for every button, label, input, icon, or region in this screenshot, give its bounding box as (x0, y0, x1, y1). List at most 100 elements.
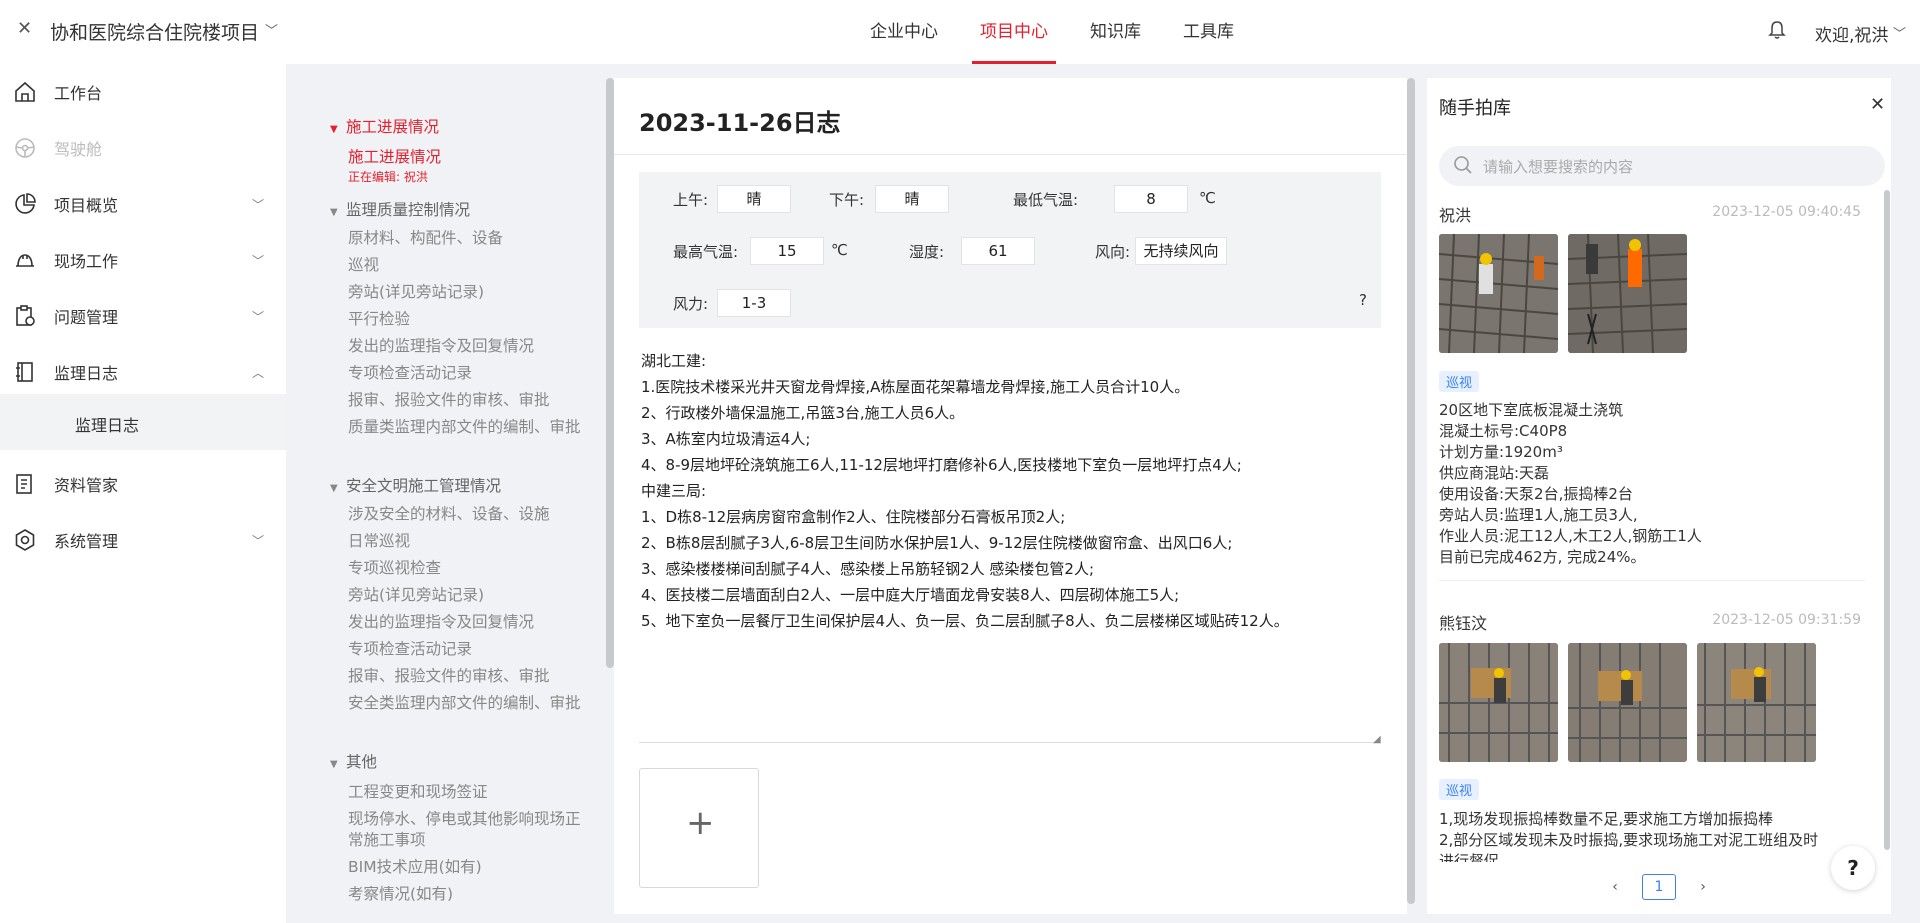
log-line: 5、地下室负一层餐厅卫生间保护层4人、负一层、负二层刮腻子8人、负二层楼梯区域贴… (641, 612, 1289, 630)
log-editor: 2023-11-26日志 上午: 晴 下午: 晴 最低气温: 8 ℃ 最高气温:… (614, 78, 1407, 914)
site-photo[interactable] (1439, 234, 1558, 353)
close-icon[interactable]: ✕ (17, 18, 32, 39)
tree-leaf[interactable]: 专项检查活动记录 (348, 363, 588, 384)
wind-force-field[interactable]: 1-3 (717, 289, 791, 317)
tree-leaf[interactable]: 报审、报验文件的审核、审批 (348, 390, 588, 411)
editing-status: 正在编辑: 祝洪 (348, 170, 428, 184)
site-photo[interactable] (1697, 643, 1816, 762)
sidebar-item-site-work[interactable]: 现场工作 ﹀ (0, 232, 286, 288)
sidebar-item-supervision-log[interactable]: 监理日志 ︿ (0, 344, 286, 400)
tree-group-other[interactable]: ▼ 其他 (330, 750, 377, 772)
am-weather-label: 上午: (673, 191, 709, 209)
next-page-button[interactable]: › (1688, 875, 1718, 899)
user-welcome[interactable]: 欢迎,祝洪 (1815, 21, 1888, 46)
caret-down-icon: ▼ (330, 483, 338, 494)
sidebar-item-issue-management[interactable]: 问题管理 ﹀ (0, 288, 286, 344)
divider (614, 154, 1407, 155)
tree-leaf[interactable]: 工程变更和现场签证 (348, 782, 588, 803)
humidity-field[interactable]: 61 (961, 237, 1035, 265)
nav-knowledge-base[interactable]: 知识库 (1076, 0, 1155, 64)
site-photo[interactable] (1439, 643, 1558, 762)
sidebar-item-system-management[interactable]: 系统管理 ﹀ (0, 512, 286, 568)
sidebar-item-data-manager[interactable]: 资料管家 (0, 456, 286, 512)
tree-leaf-construction-progress[interactable]: 施工进展情况 (348, 147, 588, 168)
tree-leaf[interactable]: 安全类监理内部文件的编制、审批 (348, 693, 588, 714)
log-content-text[interactable]: 湖北工建: 1.医院技术楼采光井天窗龙骨焊接,A栋屋面花架幕墙龙骨焊接,施工人员… (641, 348, 1289, 634)
tree-group-construction-progress[interactable]: ▼ 施工进展情况 (330, 115, 439, 137)
tree-leaf[interactable]: 发出的监理指令及回复情况 (348, 336, 588, 357)
tree-leaf[interactable]: 专项检查活动记录 (348, 639, 588, 660)
tree-leaf[interactable]: 原材料、构配件、设备 (348, 228, 588, 249)
tree-group-safety-management[interactable]: ▼ 安全文明施工管理情况 (330, 474, 501, 496)
help-icon[interactable]: ? (1359, 291, 1367, 309)
post-text-line: 计划方量:1920m³ (1439, 443, 1563, 461)
sidebar-item-label: 工作台 (54, 84, 103, 103)
log-line: 1.医院技术楼采光井天窗龙骨焊接,A栋屋面花架幕墙龙骨焊接,施工人员合计10人。 (641, 378, 1190, 396)
tree-leaf[interactable]: 旁站(详见旁站记录) (348, 585, 588, 606)
tree-leaf[interactable]: 发出的监理指令及回复情况 (348, 612, 588, 633)
chevron-down-icon: ﹀ (252, 309, 265, 324)
wind-force-label: 风力: (673, 295, 709, 313)
max-temp-field[interactable]: 15 (750, 237, 824, 265)
project-name[interactable]: 协和医院综合住院楼项目 (50, 18, 259, 45)
nav-project-center[interactable]: 项目中心 (966, 0, 1062, 64)
site-photo[interactable] (1568, 643, 1687, 762)
log-book-icon (16, 362, 33, 382)
post-text-line: 进行督促 (1439, 852, 1500, 862)
tree-leaf[interactable]: 涉及安全的材料、设备、设施 (348, 504, 588, 525)
post-text-line: 作业人员:泥工12人,木工2人,钢筋工1人 (1439, 527, 1702, 545)
caret-down-icon: ▼ (330, 759, 338, 770)
chevron-down-icon: ﹀ (252, 197, 265, 212)
divider (639, 742, 1381, 743)
am-weather-field[interactable]: 晴 (717, 185, 791, 213)
chevron-down-icon[interactable]: ﹀ (265, 20, 278, 39)
tree-leaf[interactable]: 现场停水、停电或其他影响现场正常施工事项 (348, 809, 588, 851)
post-description: 1,现场发现振捣棒数量不足,要求施工方增加振捣棒 2,部分区域发现未及时振捣,要… (1439, 809, 1869, 862)
tree-leaf[interactable]: 旁站(详见旁站记录) (348, 282, 588, 303)
bell-icon[interactable] (1768, 20, 1786, 44)
help-button[interactable]: ? (1831, 846, 1875, 890)
inspection-tag: 巡视 (1439, 371, 1480, 392)
post-text-line: 旁站人员:监理1人,施工员3人, (1439, 506, 1638, 524)
tree-scrollbar[interactable] (606, 78, 614, 668)
nav-tool-library[interactable]: 工具库 (1169, 0, 1248, 64)
prev-page-button[interactable]: ‹ (1600, 875, 1630, 899)
sidebar-item-label: 项目概览 (54, 196, 119, 215)
tree-group-quality-control[interactable]: ▼ 监理质量控制情况 (330, 198, 470, 220)
weather-panel: 上午: 晴 下午: 晴 最低气温: 8 ℃ 最高气温: 15 ℃ 湿度: 61 … (639, 172, 1381, 328)
close-icon[interactable]: ✕ (1870, 94, 1885, 115)
pm-weather-field[interactable]: 晴 (875, 185, 949, 213)
sidebar-item-project-overview[interactable]: 项目概览 ﹀ (0, 176, 286, 232)
tree-leaf[interactable]: BIM技术应用(如有) (348, 857, 588, 878)
current-page-button[interactable]: 1 (1642, 874, 1676, 900)
tree-leaf[interactable]: 日常巡视 (348, 531, 588, 552)
inspection-tag: 巡视 (1439, 779, 1480, 800)
log-line: 3、感染楼楼梯间刮腻子4人、感染楼上吊筋轻钢2人 感染楼包管2人; (641, 560, 1094, 578)
min-temp-field[interactable]: 8 (1114, 185, 1188, 213)
post-text-line: 使用设备:天泵2台,振捣棒2台 (1439, 485, 1633, 503)
sidebar-item-label: 问题管理 (54, 308, 119, 327)
sidebar-item-label: 系统管理 (54, 532, 119, 551)
search-input[interactable] (1481, 156, 1865, 178)
wind-direction-field[interactable]: 无持续风向 (1135, 237, 1227, 265)
main-scrollbar[interactable] (1407, 78, 1415, 904)
site-photo[interactable] (1568, 234, 1687, 353)
tree-leaf[interactable]: 质量类监理内部文件的编制、审批 (348, 417, 588, 438)
tree-leaf[interactable]: 平行检验 (348, 309, 588, 330)
add-image-button[interactable]: + (639, 768, 759, 888)
home-icon (15, 81, 35, 102)
chevron-down-icon[interactable]: ﹀ (1893, 23, 1906, 42)
sidebar-item-workbench[interactable]: 工作台 (0, 64, 286, 120)
post-text-line: 供应商混站:天磊 (1439, 464, 1550, 482)
resize-handle-icon[interactable]: ◢ (1373, 734, 1381, 745)
sidebar-subitem-supervision-log[interactable]: 监理日志 (0, 394, 286, 450)
sidebar-item-cockpit[interactable]: 驾驶舱 (0, 120, 286, 176)
tree-leaf[interactable]: 报审、报验文件的审核、审批 (348, 666, 588, 687)
tree-leaf[interactable]: 巡视 (348, 255, 588, 276)
tree-leaf[interactable]: 专项巡视检查 (348, 558, 588, 579)
min-temp-label: 最低气温: (1013, 191, 1079, 209)
photo-panel-scrollbar[interactable] (1884, 190, 1890, 850)
divider (1439, 580, 1865, 581)
tree-leaf[interactable]: 考察情况(如有) (348, 884, 588, 905)
nav-enterprise-center[interactable]: 企业中心 (856, 0, 952, 64)
